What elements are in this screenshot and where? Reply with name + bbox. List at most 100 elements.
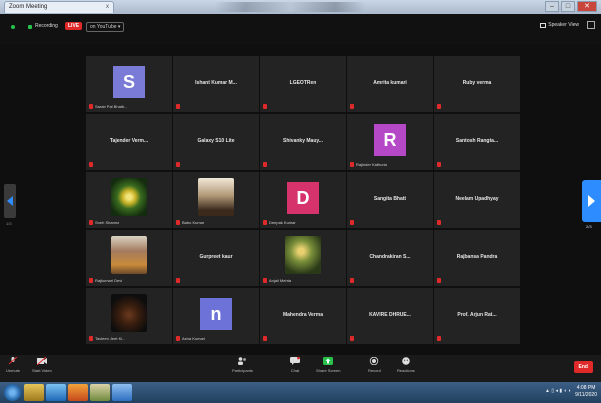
record-label: Record [368, 368, 381, 373]
participant-name: Mahendra Verma [282, 312, 324, 318]
chrome-icon[interactable] [90, 384, 110, 401]
file-explorer-icon[interactable] [24, 384, 44, 401]
start-video-label: Start Video [32, 368, 52, 373]
record-button[interactable]: Record [368, 357, 381, 373]
participant-gallery: S Sarab Pal Bhatti... Ishant Kumar M... LGE… [86, 56, 520, 344]
internet-explorer-icon[interactable] [46, 384, 66, 401]
participant-tile[interactable]: S Sarab Pal Bhatti... [86, 56, 172, 112]
microphone-muted-icon [263, 278, 267, 283]
zoom-meeting-screen: Zoom Meeting x – □ ✕ Recording LIVE on Y… [0, 0, 601, 403]
microphone-muted-icon [350, 336, 354, 341]
chat-button[interactable]: Chat [290, 357, 300, 373]
fullscreen-icon[interactable] [587, 21, 595, 29]
participant-tile[interactable]: Chandrakiran S... [347, 230, 433, 286]
microphone-muted-icon [437, 104, 441, 109]
participants-icon [238, 357, 247, 365]
connection-status-icon[interactable] [11, 25, 15, 29]
microphone-muted-icon [350, 162, 354, 167]
titlebar-glow [215, 2, 365, 12]
participant-name: Shivanky Mauy... [283, 138, 323, 144]
participant-tile[interactable]: R Rajinder Kathuria [347, 114, 433, 170]
live-stream-dropdown[interactable]: on YouTube ▾ [86, 22, 125, 32]
participant-caption: Sarab Pal Bhatti... [95, 104, 128, 109]
participant-tile[interactable]: Ishant Kumar M... [173, 56, 259, 112]
unmute-label: Unmute [6, 368, 21, 373]
participant-tile[interactable]: Babu Kumar [173, 172, 259, 228]
system-tray[interactable]: ▲ ▯ ◂ ▮ ◖ ◗ [545, 388, 571, 394]
speaker-view-button[interactable]: Speaker View [540, 22, 579, 28]
media-player-icon[interactable] [68, 384, 88, 401]
participant-tile[interactable]: Rajbansa Pandra [434, 230, 520, 286]
participant-name: Ruby verma [462, 80, 492, 86]
participant-tile[interactable]: Tajender Verm... [86, 114, 172, 170]
chat-label: Chat [290, 368, 300, 373]
participant-caption: Tavleen Jeet Ki... [95, 336, 126, 341]
microphone-muted-icon [350, 278, 354, 283]
participant-tile[interactable]: Santosh Rangta... [434, 114, 520, 170]
participant-tile[interactable]: Tavleen Jeet Ki... [86, 288, 172, 344]
microphone-muted-icon [263, 220, 267, 225]
participant-tile[interactable]: Neelam Upadhyay [434, 172, 520, 228]
participants-button[interactable]: Participants [232, 357, 253, 373]
profile-photo [111, 178, 147, 216]
encryption-shield-icon[interactable] [28, 25, 32, 29]
microphone-muted-icon [176, 336, 180, 341]
participant-caption: Rajkumari Devi [95, 278, 123, 283]
zoom-taskbar-icon[interactable] [112, 384, 132, 401]
participant-tile[interactable]: Galaxy S10 Lite [173, 114, 259, 170]
participant-tile[interactable]: n Asha Kumari [173, 288, 259, 344]
microphone-muted-icon [89, 104, 93, 109]
participant-name: Amrita kumari [373, 80, 407, 86]
participant-tile[interactable]: LGEOTRen [260, 56, 346, 112]
minimize-button[interactable]: – [545, 1, 559, 12]
unmute-button[interactable]: Unmute [6, 357, 20, 373]
participant-name: Santosh Rangta... [455, 138, 499, 144]
microphone-muted-icon [89, 336, 93, 341]
participant-tile[interactable]: Amrita kumari [347, 56, 433, 112]
page-indicator-left: 1/3 [6, 221, 12, 226]
profile-photo [285, 236, 321, 274]
participant-tile[interactable]: Gurpreet kaur [173, 230, 259, 286]
taskbar-clock[interactable]: 4:08 PM 9/11/2020 [575, 385, 597, 399]
maximize-button[interactable]: □ [561, 1, 575, 12]
close-window-button[interactable]: ✕ [577, 1, 597, 12]
participant-tile[interactable]: KAVIRE DHRUE... [347, 288, 433, 344]
participant-tile[interactable]: D Deepak Kumar [260, 172, 346, 228]
participant-tile[interactable]: Prof. Arjun Rat... [434, 288, 520, 344]
participant-tile[interactable]: Sneh Sharma [86, 172, 172, 228]
participant-tile[interactable]: Rajkumari Devi [86, 230, 172, 286]
participant-tile[interactable]: Sangita Bhatt [347, 172, 433, 228]
end-meeting-button[interactable]: End [573, 361, 593, 373]
reactions-button[interactable]: Reactions [397, 357, 415, 373]
microphone-muted-icon [437, 220, 441, 225]
previous-page-button[interactable] [4, 184, 16, 218]
window-tab[interactable]: Zoom Meeting x [4, 1, 114, 13]
participant-tile[interactable]: Anjali Mehta [260, 230, 346, 286]
participant-tile[interactable]: Shivanky Mauy... [260, 114, 346, 170]
reactions-icon [402, 357, 410, 365]
next-page-button[interactable] [582, 180, 601, 222]
live-badge: LIVE [65, 22, 83, 30]
participant-name: Chandrakiran S... [369, 254, 411, 260]
microphone-muted-icon [350, 220, 354, 225]
share-screen-button[interactable]: Share Screen [316, 357, 340, 373]
meeting-toolbar: Unmute Start Video Participants Chat Sha… [0, 355, 601, 382]
reactions-label: Reactions [397, 368, 415, 373]
start-video-button[interactable]: Start Video [32, 357, 52, 373]
participant-caption: Rajinder Kathuria [356, 162, 387, 167]
avatar: R [374, 124, 406, 156]
participant-tile[interactable]: Ruby verma [434, 56, 520, 112]
microphone-muted-icon [89, 220, 93, 225]
window-controls: – □ ✕ [545, 1, 597, 12]
participant-tile[interactable]: Mahendra Verma [260, 288, 346, 344]
participant-name: LGEOTRen [289, 80, 317, 86]
start-menu-icon[interactable] [4, 384, 21, 401]
participant-name: Ishant Kumar M... [195, 80, 237, 86]
participant-caption: Asha Kumari [182, 336, 205, 341]
participant-caption: Sneh Sharma [95, 220, 120, 225]
participant-caption: Anjali Mehta [269, 278, 292, 283]
participant-caption: Deepak Kumar [269, 220, 296, 225]
tab-close-icon[interactable]: x [106, 4, 109, 10]
microphone-muted-icon [437, 162, 441, 167]
video-off-icon [36, 357, 47, 365]
